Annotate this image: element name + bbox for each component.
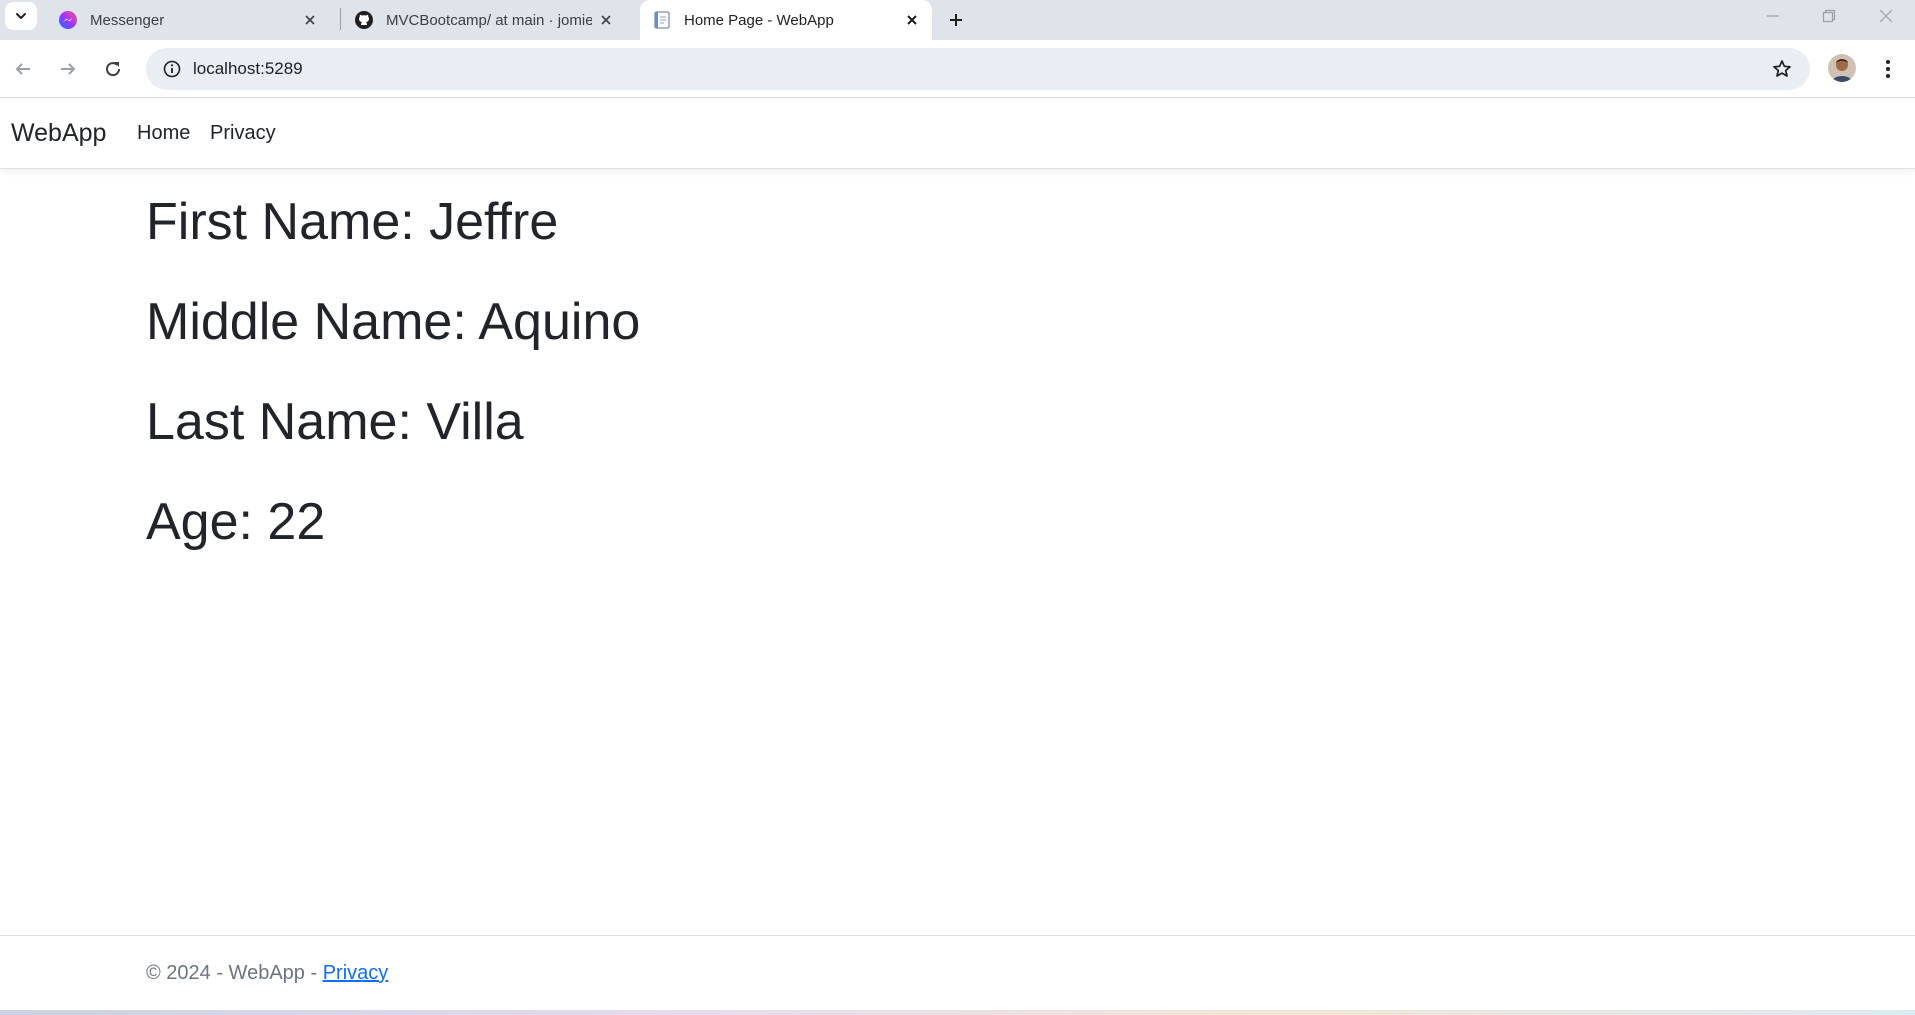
tab-messenger[interactable]: Messenger bbox=[46, 0, 330, 40]
window-bottom-edge bbox=[0, 1010, 1915, 1015]
messenger-icon bbox=[59, 11, 77, 29]
page-icon bbox=[654, 11, 670, 29]
browser-menu-button[interactable] bbox=[1872, 53, 1904, 85]
nav-privacy-link[interactable]: Privacy bbox=[210, 98, 276, 169]
tab-home-page[interactable]: Home Page - WebApp bbox=[640, 0, 932, 40]
close-tab-icon[interactable] bbox=[592, 6, 620, 34]
close-tab-icon[interactable] bbox=[296, 6, 324, 34]
restore-button[interactable] bbox=[1801, 0, 1857, 32]
browser-toolbar: localhost:5289 bbox=[0, 40, 1915, 98]
back-button[interactable] bbox=[5, 51, 41, 87]
middle-name-heading: Middle Name: Aquino bbox=[146, 293, 641, 351]
arrow-right-icon bbox=[61, 63, 76, 75]
star-icon bbox=[1773, 60, 1791, 77]
last-name-heading: Last Name: Villa bbox=[146, 393, 524, 451]
first-name-heading: First Name: Jeffre bbox=[146, 193, 559, 251]
close-window-button[interactable] bbox=[1858, 0, 1914, 32]
info-icon bbox=[163, 60, 181, 78]
plus-icon bbox=[950, 14, 962, 26]
site-info-button[interactable] bbox=[156, 53, 188, 85]
bookmark-button[interactable] bbox=[1766, 53, 1798, 85]
close-icon bbox=[1879, 9, 1893, 23]
nav-home-link[interactable]: Home bbox=[137, 98, 190, 169]
copyright-text: © 2024 - WebApp - bbox=[146, 962, 323, 984]
arrow-left-icon bbox=[15, 63, 30, 75]
avatar-icon bbox=[1828, 54, 1856, 82]
github-icon bbox=[355, 11, 373, 29]
more-vertical-icon bbox=[1886, 60, 1890, 78]
address-bar[interactable]: localhost:5289 bbox=[146, 48, 1810, 90]
forward-button[interactable] bbox=[50, 51, 86, 87]
tab-title: Home Page - WebApp bbox=[684, 11, 834, 29]
footer-privacy-link[interactable]: Privacy bbox=[323, 962, 389, 984]
minimize-button[interactable] bbox=[1745, 0, 1801, 32]
close-tab-icon[interactable] bbox=[898, 6, 926, 34]
site-navbar: WebApp Home Privacy bbox=[0, 98, 1915, 169]
tab-search-button[interactable] bbox=[5, 2, 37, 30]
age-heading: Age: 22 bbox=[146, 493, 326, 551]
reload-icon bbox=[106, 62, 121, 77]
minimize-icon bbox=[1767, 15, 1779, 17]
address-text: localhost:5289 bbox=[193, 59, 303, 78]
tab-title: MVCBootcamp/ at main · jomie bbox=[386, 11, 592, 29]
restore-icon bbox=[1822, 9, 1836, 23]
new-tab-button[interactable] bbox=[940, 4, 972, 36]
brand-link[interactable]: WebApp bbox=[11, 98, 106, 169]
chevron-down-icon bbox=[16, 13, 26, 19]
tab-github[interactable]: MVCBootcamp/ at main · jomie bbox=[342, 0, 626, 40]
browser-tabstrip: Messenger MVCBootcamp/ at main · jomie H… bbox=[0, 0, 1915, 40]
site-footer: © 2024 - WebApp - Privacy bbox=[0, 935, 1915, 1010]
footer-text-row: © 2024 - WebApp - Privacy bbox=[146, 962, 388, 985]
profile-avatar[interactable] bbox=[1828, 54, 1856, 82]
tab-separator bbox=[340, 8, 341, 30]
tab-title: Messenger bbox=[90, 11, 165, 29]
reload-button[interactable] bbox=[95, 51, 131, 87]
